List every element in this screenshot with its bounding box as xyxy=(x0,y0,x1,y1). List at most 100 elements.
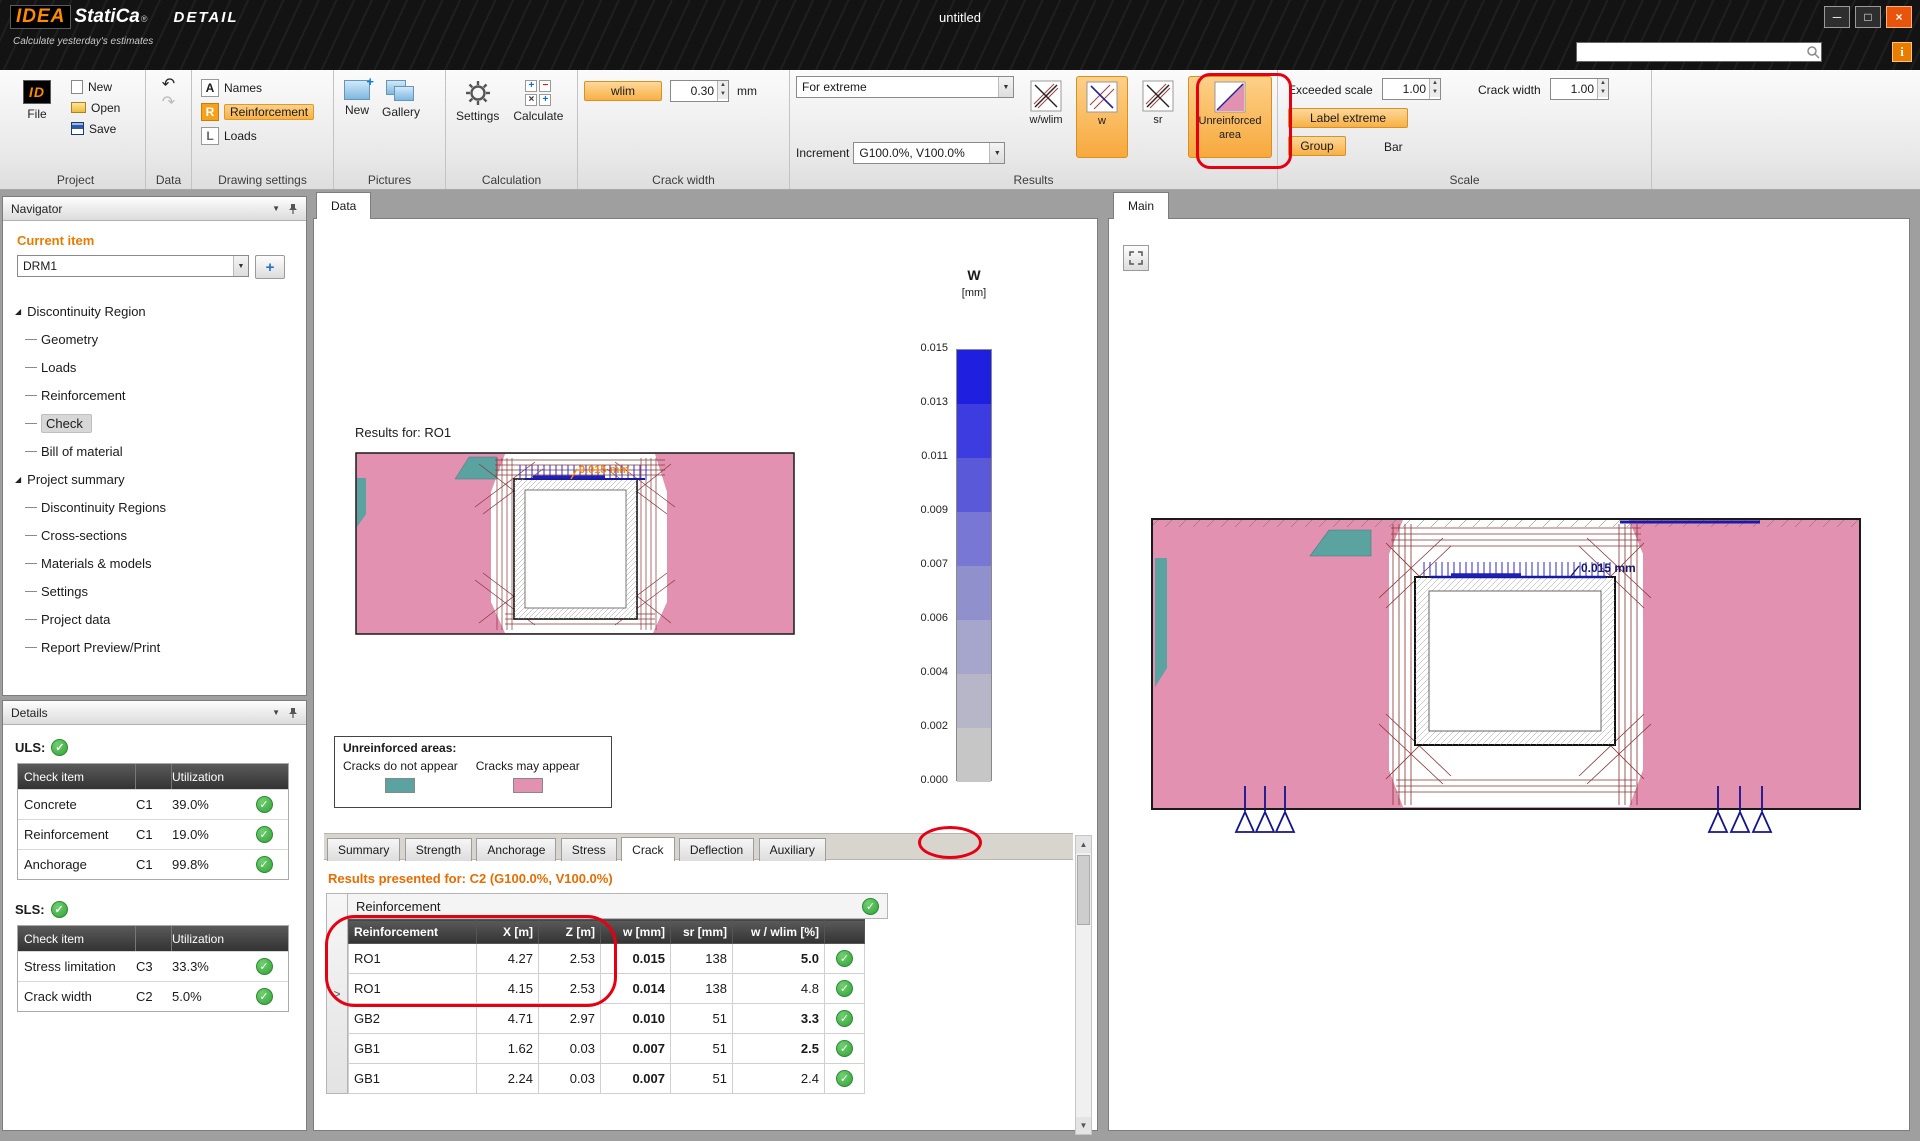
tree-node-project-summary[interactable]: ◢Project summary xyxy=(3,465,306,493)
spin-down-icon[interactable]: ▼ xyxy=(1430,88,1440,97)
table-row[interactable]: Reinforcement C1 19.0% ✓ xyxy=(18,819,288,849)
pin-icon[interactable] xyxy=(288,203,298,215)
table-row[interactable]: GB11.62 0.030.007 512.5 ✓ xyxy=(349,1034,865,1064)
scroll-down-icon[interactable]: ▼ xyxy=(1076,1117,1091,1134)
main-drawing-canvas[interactable]: 0.015 mm xyxy=(1151,518,1861,848)
scroll-up-icon[interactable]: ▲ xyxy=(1076,836,1091,853)
tree-node-reinforcement[interactable]: Reinforcement xyxy=(3,381,306,409)
unreinforced-area-button[interactable]: Unreinforced area xyxy=(1188,76,1272,158)
tree-node-settings[interactable]: Settings xyxy=(3,577,306,605)
tab-summary[interactable]: Summary xyxy=(327,838,400,861)
spin-up-icon[interactable]: ▲ xyxy=(1598,79,1608,88)
spin-down-icon[interactable]: ▼ xyxy=(1598,88,1608,97)
result-tabs: Summary Strength Anchorage Stress Crack … xyxy=(324,833,1073,860)
tree-node-geometry[interactable]: Geometry xyxy=(3,325,306,353)
group-label-drawing: Drawing settings xyxy=(192,173,333,187)
pin-icon[interactable] xyxy=(288,707,298,719)
title-bar: IDEA StatiCa ® DETAIL Calculate yesterda… xyxy=(0,0,1920,70)
tree-node-discontinuity-region[interactable]: ◢Discontinuity Region xyxy=(3,297,306,325)
undo-icon: ↶ xyxy=(162,76,175,93)
sr-button[interactable]: sr xyxy=(1132,76,1184,158)
label-extreme-button[interactable]: Label extreme xyxy=(1288,108,1408,128)
tree-node-bill-of-material[interactable]: Bill of material xyxy=(3,437,306,465)
reinforcement-results-table: Reinforcement X [m] Z [m] w [mm] sr [mm]… xyxy=(348,919,865,1094)
for-extreme-dropdown[interactable]: For extreme ▼ xyxy=(796,76,1014,98)
collapse-icon[interactable]: ▼ xyxy=(272,708,280,717)
settings-button[interactable]: Settings xyxy=(452,76,503,125)
table-row[interactable]: GB12.24 0.030.007 512.4 ✓ xyxy=(349,1064,865,1094)
crack-width-spinbox[interactable]: 1.00 ▲ ▼ xyxy=(1550,78,1609,100)
maximize-button[interactable]: □ xyxy=(1855,6,1881,28)
bar-label[interactable]: Bar xyxy=(1384,140,1403,154)
scrollbar-thumb[interactable] xyxy=(1077,855,1090,925)
loads-toggle[interactable]: L Loads xyxy=(198,124,327,148)
exceeded-scale-spinbox[interactable]: 1.00 ▲ ▼ xyxy=(1382,78,1441,100)
calculate-button[interactable]: +− ×+ Calculate xyxy=(509,76,567,125)
legend-may-crack: Cracks may appear xyxy=(476,759,580,793)
tab-data[interactable]: Data xyxy=(316,192,371,219)
group-button[interactable]: Group xyxy=(1288,136,1346,156)
close-button[interactable]: × xyxy=(1886,6,1912,28)
tree-node-loads[interactable]: Loads xyxy=(3,353,306,381)
result-drawing-canvas[interactable]: 0.015 mm xyxy=(355,452,796,635)
new-button[interactable]: New xyxy=(68,76,123,97)
spin-up-icon[interactable]: ▲ xyxy=(1430,79,1440,88)
tree-node-check[interactable]: Check xyxy=(3,409,306,437)
ribbon: ID File New Open Save Project ↶ ↷ Data A… xyxy=(0,70,1920,190)
sr-icon xyxy=(1142,80,1174,112)
minimize-icon: ─ xyxy=(1833,10,1842,24)
check-icon: ✓ xyxy=(256,796,273,813)
row-selector-gutter[interactable]: > xyxy=(326,893,348,1094)
wlim-spinbox[interactable]: 0.30 ▲ ▼ xyxy=(670,80,729,102)
table-row[interactable]: Anchorage C1 99.8% ✓ xyxy=(18,849,288,879)
tree-node-discontinuity-regions[interactable]: Discontinuity Regions xyxy=(3,493,306,521)
tab-main[interactable]: Main xyxy=(1113,192,1169,219)
table-row[interactable]: GB24.71 2.970.010 513.3 ✓ xyxy=(349,1004,865,1034)
save-button[interactable]: Save xyxy=(68,118,123,139)
table-row[interactable]: RO14.15 2.530.014 1384.8 ✓ xyxy=(349,974,865,1004)
gallery-button[interactable]: Gallery xyxy=(378,76,424,121)
vertical-scrollbar[interactable]: ▲ ▼ xyxy=(1075,835,1092,1135)
search-input[interactable] xyxy=(1577,44,1805,60)
add-item-button[interactable]: + xyxy=(255,255,285,279)
tab-crack[interactable]: Crack xyxy=(621,837,674,861)
tab-stress[interactable]: Stress xyxy=(561,838,617,861)
minimize-button[interactable]: ─ xyxy=(1824,6,1850,28)
check-icon: ✓ xyxy=(836,1070,853,1087)
current-item-combo[interactable]: DRM1 ▼ xyxy=(17,255,249,277)
sls-check-icon: ✓ xyxy=(51,901,68,918)
table-row[interactable]: Stress limitation C3 33.3% ✓ xyxy=(18,951,288,981)
info-button[interactable]: i xyxy=(1892,42,1912,62)
crack-width-scale-label: Crack width xyxy=(1478,83,1541,97)
tree-node-project-data[interactable]: Project data xyxy=(3,605,306,633)
picture-new-button[interactable]: + New xyxy=(340,76,374,121)
w-wlim-button[interactable]: w/wlim xyxy=(1020,76,1072,158)
table-row[interactable]: Crack width C2 5.0% ✓ xyxy=(18,981,288,1011)
collapse-icon[interactable]: ▼ xyxy=(272,204,280,213)
table-group-header[interactable]: Reinforcement ✓ xyxy=(348,893,888,919)
open-button[interactable]: Open xyxy=(68,97,123,118)
w-button[interactable]: w xyxy=(1076,76,1128,158)
reinforcement-toggle[interactable]: R Reinforcement xyxy=(198,100,327,124)
increment-dropdown[interactable]: G100.0%, V100.0% ▼ xyxy=(853,142,1005,164)
redo-button[interactable]: ↷ xyxy=(152,94,185,112)
file-button[interactable]: ID File xyxy=(12,76,62,139)
undo-button[interactable]: ↶ xyxy=(152,76,185,94)
table-row[interactable]: RO14.27 2.530.015 1385.0 ✓ xyxy=(349,944,865,974)
tree-node-materials-models[interactable]: Materials & models xyxy=(3,549,306,577)
tree-node-report-preview-print[interactable]: Report Preview/Print xyxy=(3,633,306,661)
search-box[interactable] xyxy=(1576,42,1822,62)
expand-view-button[interactable] xyxy=(1123,245,1149,271)
spin-down-icon[interactable]: ▼ xyxy=(718,90,728,99)
spin-up-icon[interactable]: ▲ xyxy=(718,81,728,90)
tab-deflection[interactable]: Deflection xyxy=(679,838,754,861)
names-toggle[interactable]: A Names xyxy=(198,76,327,100)
wlim-button[interactable]: wlim xyxy=(584,81,662,101)
tab-anchorage[interactable]: Anchorage xyxy=(476,838,556,861)
tab-auxiliary[interactable]: Auxiliary xyxy=(759,838,826,861)
table-row[interactable]: Concrete C1 39.0% ✓ xyxy=(18,789,288,819)
tab-strength[interactable]: Strength xyxy=(405,838,472,861)
w-wlim-icon xyxy=(1030,80,1062,112)
ribbon-group-drawing-settings: A Names R Reinforcement L Loads Drawing … xyxy=(192,70,334,189)
tree-node-cross-sections[interactable]: Cross-sections xyxy=(3,521,306,549)
